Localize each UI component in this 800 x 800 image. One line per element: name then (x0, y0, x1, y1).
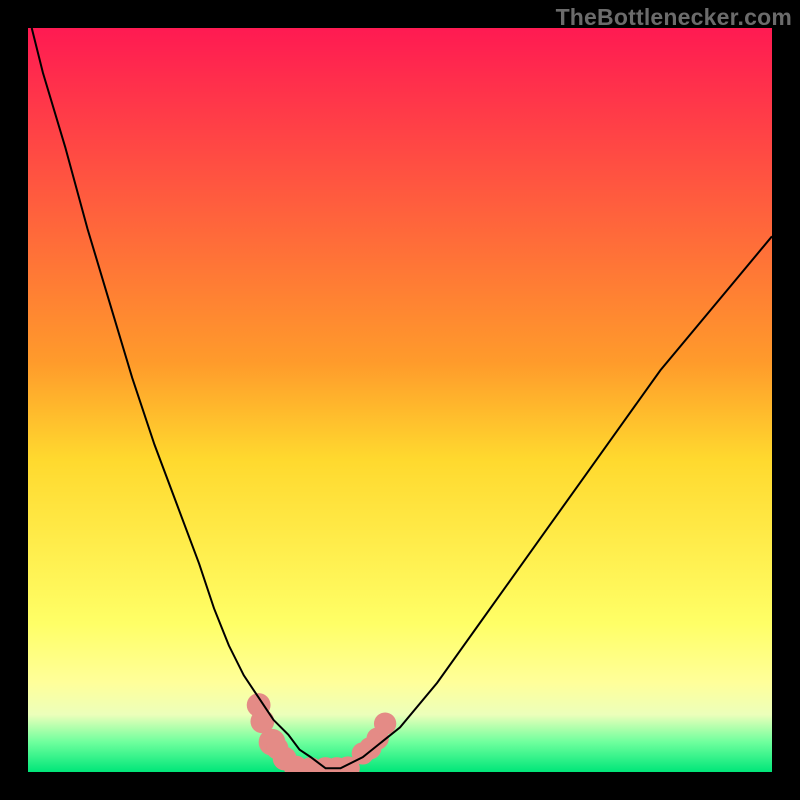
chart-frame: TheBottlenecker.com (0, 0, 800, 800)
marker-dot (374, 712, 396, 734)
chart-plot-area (28, 28, 772, 772)
chart-svg (28, 28, 772, 772)
watermark-text: TheBottlenecker.com (556, 4, 792, 31)
